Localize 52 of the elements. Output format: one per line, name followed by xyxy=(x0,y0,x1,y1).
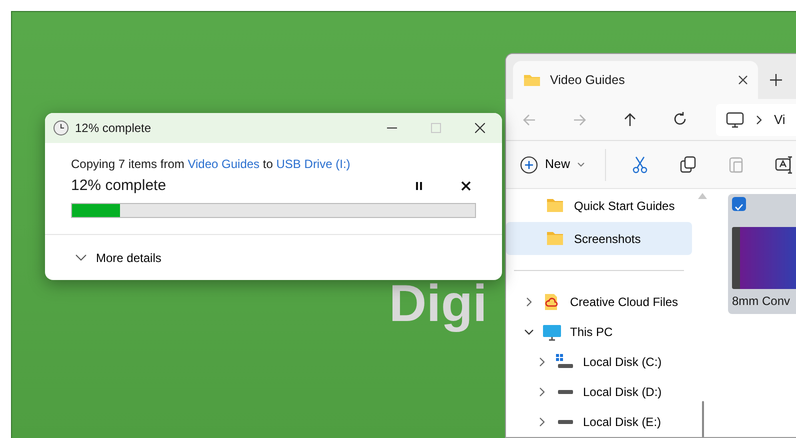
nav-item[interactable]: Screenshots xyxy=(506,222,692,255)
copy-status-text: Copying 7 items from Video Guides to USB Drive (I:) xyxy=(71,156,352,173)
copy-icon xyxy=(679,154,698,175)
more-details-button[interactable]: More details xyxy=(75,248,162,266)
maximize-icon xyxy=(431,123,441,133)
chevron-down-icon xyxy=(524,327,534,337)
caret-icon xyxy=(577,162,586,168)
folder-link[interactable]: USB Drive (I:) xyxy=(276,157,350,171)
explorer-tab[interactable]: Video Guides xyxy=(513,60,758,99)
progress-text: 12% complete xyxy=(71,176,168,196)
file-name: 8mm Conv xyxy=(732,293,792,310)
folder-icon xyxy=(523,72,541,87)
nav-item[interactable]: Local Disk (C:) xyxy=(506,347,692,377)
file-tile[interactable]: 8mm Conv xyxy=(728,194,796,314)
clipboard-icon xyxy=(727,154,746,175)
address-bar[interactable]: Vi xyxy=(716,104,796,136)
chevron-right-icon xyxy=(756,114,762,125)
scroll-up-icon xyxy=(698,193,707,199)
nav-item[interactable]: Quick Start Guides xyxy=(506,189,692,222)
nav-item[interactable]: Creative Cloud Files xyxy=(506,287,692,317)
monitor-icon xyxy=(726,112,744,128)
chevron-right-icon xyxy=(537,357,547,367)
drive-icon xyxy=(555,353,575,371)
rename-icon xyxy=(775,154,794,175)
drive-icon xyxy=(558,390,573,394)
nav-item[interactable]: Local Disk (E:) xyxy=(506,407,692,437)
folder-link[interactable]: Video Guides xyxy=(188,157,260,171)
dialog-title: 12% complete xyxy=(75,120,152,137)
folder-icon xyxy=(546,230,566,248)
nav-item[interactable]: This PC xyxy=(506,317,692,347)
add-icon[interactable] xyxy=(770,74,782,86)
clock-icon xyxy=(53,120,69,136)
video-thumbnail xyxy=(732,227,796,289)
nav-item[interactable]: Local Disk (D:) xyxy=(506,377,692,407)
checkbox[interactable] xyxy=(732,197,746,211)
add-circle-icon xyxy=(520,156,538,174)
chevron-right-icon xyxy=(524,297,534,307)
close-icon[interactable] xyxy=(738,74,748,85)
breadcrumb-text[interactable]: Vi xyxy=(774,110,786,130)
drive-icon xyxy=(558,420,573,424)
close-icon xyxy=(461,181,471,192)
scrollbar-thumb[interactable] xyxy=(702,401,704,437)
chevron-right-icon xyxy=(537,417,547,427)
close-icon xyxy=(475,123,485,133)
wallpaper-text: Digi xyxy=(389,278,488,330)
scissors-icon xyxy=(631,154,650,175)
monitor-icon xyxy=(542,323,562,341)
chevron-right-icon xyxy=(537,387,547,397)
chevron-down-icon xyxy=(75,254,87,261)
folder-icon xyxy=(546,196,566,214)
pause-icon xyxy=(414,181,424,192)
new-button[interactable]: New xyxy=(520,150,586,180)
